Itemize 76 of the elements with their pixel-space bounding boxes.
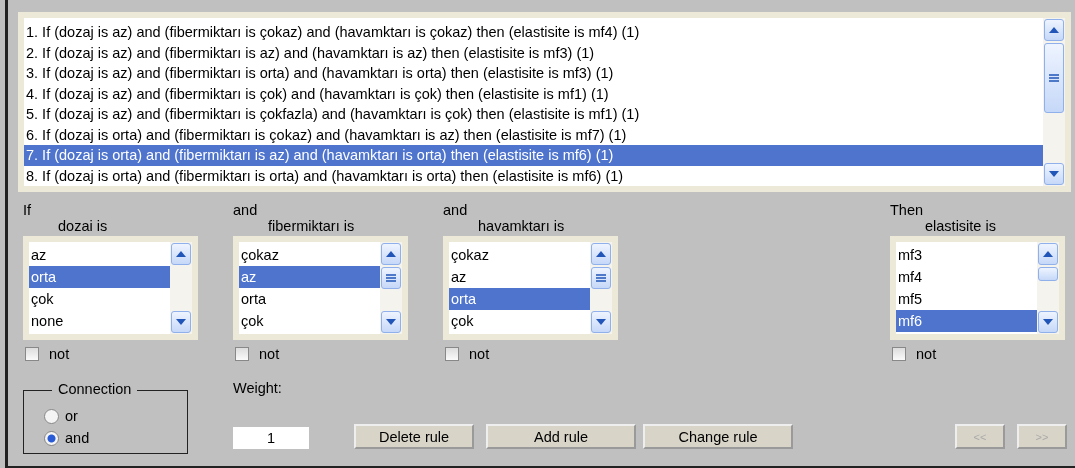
- up-arrow-icon[interactable]: [596, 251, 606, 257]
- list-item[interactable]: mf6: [896, 310, 1037, 332]
- connector-label: and: [233, 202, 259, 218]
- rule-item[interactable]: 2. If (dozaj is az) and (fibermiktarı is az) and (havamktarı is az) then (elastisite is mf3) (1): [24, 42, 1043, 63]
- rule-item[interactable]: 7. If (dozaj is orta) and (fibermiktarı is az) and (havamktarı is orta) then (elastisite is mf6) (1): [24, 145, 1043, 166]
- up-arrow-icon[interactable]: [1049, 27, 1059, 33]
- checkbox-label: not: [916, 346, 937, 362]
- down-arrow-icon[interactable]: [596, 319, 606, 325]
- variable-label: elastisite is: [924, 218, 997, 235]
- scrollbar[interactable]: [590, 242, 612, 334]
- rule-item[interactable]: 5. If (dozaj is az) and (fibermiktarı is çokfazla) and (havamktarı is çok) then (elastisite is mf1) (1): [24, 104, 1043, 125]
- scrollbar[interactable]: [1037, 242, 1059, 334]
- scroll-thumb[interactable]: [1038, 267, 1058, 281]
- grip-icon[interactable]: [386, 274, 396, 282]
- checkbox-label: not: [49, 346, 70, 362]
- membership-list[interactable]: çokaz az orta çok: [449, 242, 612, 334]
- membership-list[interactable]: mf3 mf4 mf5 mf6: [896, 242, 1059, 334]
- list-item[interactable]: orta: [449, 288, 590, 310]
- checkbox-label: not: [259, 346, 280, 362]
- down-arrow-icon[interactable]: [1043, 319, 1053, 325]
- checkbox[interactable]: [445, 347, 459, 361]
- down-arrow-icon[interactable]: [176, 319, 186, 325]
- grip-icon[interactable]: [1049, 74, 1059, 82]
- weight-field[interactable]: 1: [233, 427, 309, 449]
- variable-label: dozai is: [57, 218, 109, 235]
- list-item[interactable]: az: [239, 266, 380, 288]
- scroll-thumb[interactable]: [381, 267, 401, 289]
- group-title: Connection: [52, 381, 138, 397]
- list-item[interactable]: mf4: [896, 266, 1037, 288]
- scrollbar[interactable]: [380, 242, 402, 334]
- rule-item[interactable]: 3. If (dozaj is az) and (fibermiktarı is orta) and (havamktarı is orta) then (elastisite is mf3) (1): [24, 63, 1043, 84]
- rule-item[interactable]: 6. If (dozaj is orta) and (fibermiktarı is çokaz) and (havamktarı is az) then (elastisite is mf7) (1): [24, 124, 1043, 145]
- radio-button[interactable]: [44, 408, 59, 424]
- list-item[interactable]: az: [449, 266, 590, 288]
- rule-button[interactable]: Delete rule: [354, 424, 474, 449]
- rule-item[interactable]: 1. If (dozaj is az) and (fibermiktarı is çokaz) and (havamktarı is çokaz) then (elastisite is mf4) (1): [24, 22, 1043, 43]
- radio-button[interactable]: [44, 430, 59, 446]
- rule-item[interactable]: 8. If (dozaj is orta) and (fibermiktarı is orta) and (havamktarı is orta) then (elastisite is mf6) (1): [24, 165, 1043, 186]
- rule-button[interactable]: Add rule: [486, 424, 636, 449]
- checkbox[interactable]: [892, 347, 906, 361]
- list-item[interactable]: orta: [29, 266, 170, 288]
- list-item[interactable]: none: [29, 310, 170, 332]
- up-arrow-icon[interactable]: [1043, 251, 1053, 257]
- checkbox-label: not: [469, 346, 490, 362]
- checkbox[interactable]: [235, 347, 249, 361]
- list-item[interactable]: çok: [29, 288, 170, 310]
- list-item[interactable]: mf3: [896, 244, 1037, 266]
- list-item[interactable]: çok: [239, 310, 380, 332]
- connector-label: If: [23, 202, 33, 218]
- up-arrow-icon[interactable]: [176, 251, 186, 257]
- rule-item[interactable]: 4. If (dozaj is az) and (fibermiktarı is çok) and (havamktarı is çok) then (elastisite is mf1) (1): [24, 83, 1043, 104]
- weight-label: Weight:: [233, 380, 283, 396]
- radio-label: and: [65, 430, 90, 446]
- list-item[interactable]: mf5: [896, 288, 1037, 310]
- variable-label: havamktarı is: [477, 218, 566, 235]
- list-item[interactable]: çokaz: [449, 244, 590, 266]
- list-item[interactable]: çok: [449, 310, 590, 332]
- connector-label: and: [443, 202, 469, 218]
- list-item[interactable]: çokaz: [239, 244, 380, 266]
- scrollbar[interactable]: [1043, 18, 1065, 186]
- scrollbar[interactable]: [170, 242, 192, 334]
- rule-list[interactable]: [24, 18, 1065, 186]
- down-arrow-icon[interactable]: [386, 319, 396, 325]
- checkbox[interactable]: [25, 347, 39, 361]
- membership-list[interactable]: az orta çok none: [29, 242, 192, 334]
- list-item[interactable]: orta: [239, 288, 380, 310]
- grip-icon[interactable]: [596, 274, 606, 282]
- up-arrow-icon[interactable]: [386, 251, 396, 257]
- variable-label: fibermiktarı is: [267, 218, 356, 235]
- list-item[interactable]: az: [29, 244, 170, 266]
- down-arrow-icon[interactable]: [1049, 171, 1059, 177]
- radio-label: or: [65, 408, 78, 424]
- scroll-thumb[interactable]: [591, 267, 611, 289]
- connector-label: Then: [890, 202, 925, 218]
- membership-list[interactable]: çokaz az orta çok: [239, 242, 402, 334]
- rule-button[interactable]: Change rule: [643, 424, 793, 449]
